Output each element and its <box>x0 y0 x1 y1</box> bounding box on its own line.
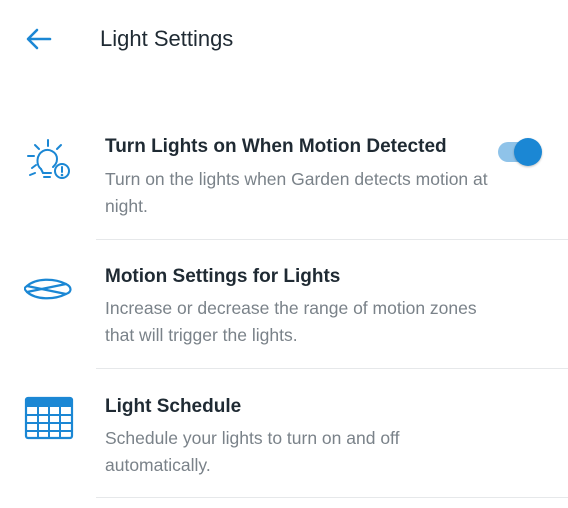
motion-lights-toggle[interactable] <box>498 137 544 167</box>
calendar-icon <box>24 396 74 445</box>
setting-description: Increase or decrease the range of motion… <box>105 298 477 345</box>
setting-row-light-schedule[interactable]: Light Schedule Schedule your lights to t… <box>0 380 568 498</box>
arrow-left-icon <box>26 28 52 50</box>
back-button[interactable] <box>22 24 56 54</box>
motion-zone-icon <box>23 274 74 309</box>
header: Light Settings <box>0 0 568 80</box>
setting-title: Turn Lights on When Motion Detected <box>105 136 447 157</box>
divider <box>96 239 568 240</box>
setting-title: Motion Settings for Lights <box>105 266 341 287</box>
lightbulb-motion-icon <box>24 138 78 191</box>
setting-title: Light Schedule <box>105 396 242 417</box>
setting-row-motion-settings[interactable]: Motion Settings for Lights Increase or d… <box>0 250 568 368</box>
toggle-knob <box>514 138 542 166</box>
setting-description: Turn on the lights when Garden detects m… <box>105 169 488 216</box>
setting-description: Schedule your lights to turn on and off … <box>105 428 400 475</box>
divider <box>96 497 568 498</box>
page-title: Light Settings <box>100 26 234 51</box>
divider <box>96 368 568 369</box>
setting-row-motion-lights[interactable]: Turn Lights on When Motion Detected Turn… <box>0 120 568 240</box>
